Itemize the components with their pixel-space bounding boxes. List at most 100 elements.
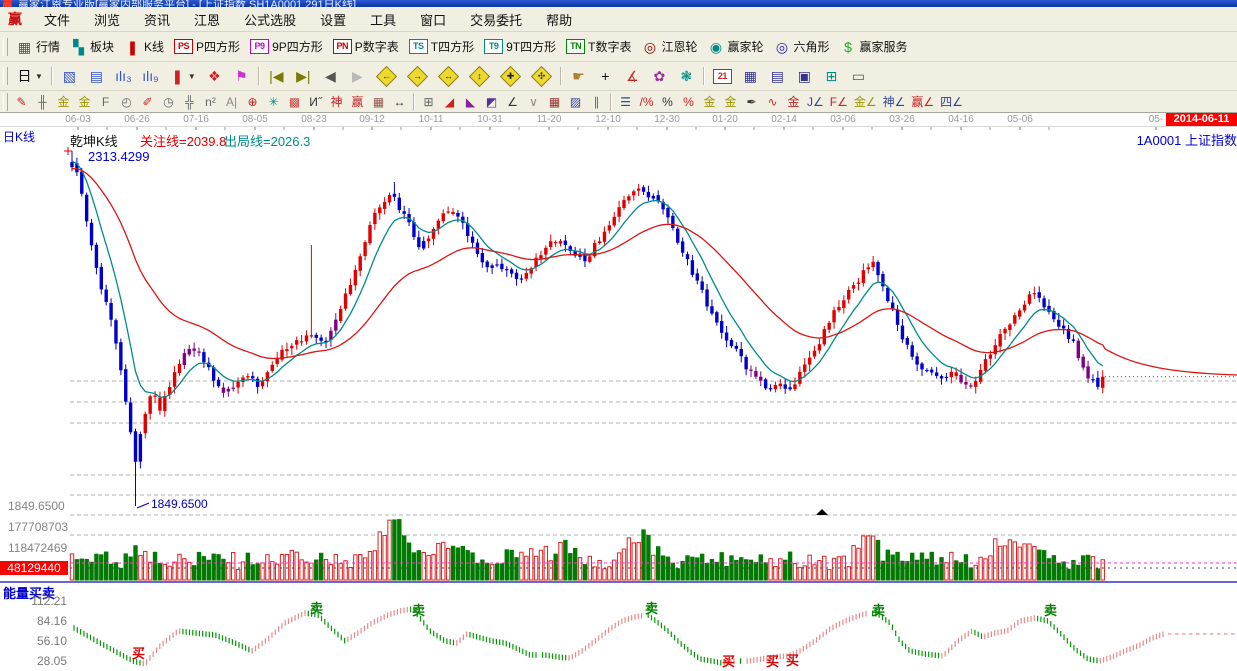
target-tool-button[interactable]: ⊕ <box>243 93 262 111</box>
ying-tool-button[interactable]: 赢 <box>348 93 367 111</box>
menu-item-3[interactable]: 江恩 <box>182 13 232 28</box>
menu-item-4[interactable]: 公式选股 <box>232 13 308 28</box>
parallel-lines-button[interactable]: ∥ <box>587 93 606 111</box>
square-grid-2-button[interactable]: ▨ <box>566 93 585 111</box>
sectors-button[interactable]: ▚ 板块 <box>66 36 118 58</box>
kline-button[interactable]: ❚ K线 <box>120 36 168 58</box>
spider-web-button[interactable]: ✳ <box>264 93 283 111</box>
combine-9-button[interactable]: ılı₉ <box>138 65 163 87</box>
cycle-lines-2-button[interactable]: ╬ <box>180 93 199 111</box>
clock-cycle-button[interactable]: ◷ <box>159 93 178 111</box>
print-button[interactable]: ▭ <box>846 65 871 87</box>
gann-center-button[interactable]: ✚ <box>496 65 525 87</box>
hand-tool-button[interactable]: ☛ <box>566 65 591 87</box>
period-day-dropdown-button[interactable]: 日 ▼ <box>12 65 47 87</box>
t-square-button[interactable]: TS T四方形 <box>405 36 478 58</box>
t-number-table-button[interactable]: TN T数字表 <box>562 36 635 58</box>
menu-item-9[interactable]: 帮助 <box>534 13 584 28</box>
golden-cycle-1-button[interactable]: 金 <box>54 93 73 111</box>
price-grid-button[interactable]: ▦ <box>369 93 388 111</box>
winner-service-button[interactable]: $ 赢家服务 <box>836 36 912 58</box>
menu-item-5[interactable]: 设置 <box>308 13 358 28</box>
volume-flag-button[interactable]: ⚑ <box>229 65 254 87</box>
gann-left-button[interactable]: ← <box>372 65 401 87</box>
prev-bar-button[interactable]: ◀ <box>318 65 343 87</box>
gann-fan-purple-button[interactable]: ◣ <box>461 93 480 111</box>
next-bar-button[interactable]: ▶ <box>345 65 370 87</box>
golden-cycle-2-button[interactable]: 金 <box>75 93 94 111</box>
ying-angle-button[interactable]: 赢∠ <box>909 93 936 111</box>
j-angle-button[interactable]: J∠ <box>805 93 826 111</box>
gann-expand-h-button[interactable]: ↔ <box>434 65 463 87</box>
a-wave-tool-button[interactable]: A| <box>222 93 241 111</box>
gann-right-button[interactable]: → <box>403 65 432 87</box>
gold-angle-button[interactable]: 金∠ <box>852 93 879 111</box>
fibonacci-lines-button[interactable]: F <box>96 93 115 111</box>
span-measure-button[interactable]: ↔ <box>390 93 409 111</box>
menu-item-8[interactable]: 交易委托 <box>458 13 534 28</box>
chart-area[interactable]: 日K线 乾坤K线 关注线=2039.8 出局线=2026.3 2313.4299… <box>0 126 1237 671</box>
spiral-tool-icon: ◴ <box>121 94 132 109</box>
shen-angle-button[interactable]: 神∠ <box>881 93 908 111</box>
square-grid-1-button[interactable]: ▦ <box>545 93 564 111</box>
volume-bar <box>406 542 412 581</box>
shen-tool-button[interactable]: 神 <box>327 93 346 111</box>
qiankun-kline-button[interactable]: ❖ <box>202 65 227 87</box>
export-button[interactable]: ⊞ <box>819 65 844 87</box>
menu-item-7[interactable]: 窗口 <box>408 13 458 28</box>
gann-wheel-button[interactable]: ◎ 江恩轮 <box>637 36 701 58</box>
f-angle-button[interactable]: F∠ <box>828 93 850 111</box>
percent-button[interactable]: % <box>658 93 677 111</box>
price-scale-button[interactable]: ☰ <box>616 93 635 111</box>
spiral-tool-button[interactable]: ◴ <box>117 93 136 111</box>
first-page-button[interactable]: |◀ <box>264 65 289 87</box>
menu-item-0[interactable]: 文件 <box>32 13 82 28</box>
web-tool-button[interactable]: ❃ <box>674 65 699 87</box>
notes-button[interactable]: ▤ <box>765 65 790 87</box>
brush-tool-button[interactable]: ✎ <box>12 93 31 111</box>
gann-all-button[interactable]: ✣ <box>527 65 556 87</box>
percent-line-button[interactable]: % <box>679 93 698 111</box>
hexagon-button[interactable]: ◎ 六角形 <box>770 36 834 58</box>
calendar-button[interactable]: 21 <box>709 65 736 87</box>
winner-wheel-button[interactable]: ◉ 赢家轮 <box>703 36 767 58</box>
p-number-table-button[interactable]: PN P数字表 <box>329 36 403 58</box>
box-frame-button[interactable]: ⊞ <box>419 93 438 111</box>
gold-circle-button[interactable]: 金 <box>700 93 719 111</box>
gann-expand-v-button[interactable]: ↕ <box>465 65 494 87</box>
gold-line-button[interactable]: 金 <box>721 93 740 111</box>
info-panel-button[interactable]: ▤ <box>84 65 109 87</box>
9t-square-button[interactable]: T9 9T四方形 <box>480 36 560 58</box>
n-wave-mark-button[interactable]: И˝ <box>306 93 325 111</box>
time-cycle-lines-button[interactable]: ╫ <box>33 93 52 111</box>
flower-tool-button[interactable]: ✿ <box>647 65 672 87</box>
angle-line-button[interactable]: ∠ <box>503 93 522 111</box>
grid-net-button[interactable]: ▩ <box>285 93 304 111</box>
gann-box-button[interactable]: ◩ <box>482 93 501 111</box>
menu-item-2[interactable]: 资讯 <box>132 13 182 28</box>
chart-canvas[interactable] <box>0 127 1237 671</box>
gann-fan-red-button[interactable]: ◢ <box>440 93 459 111</box>
bar-marker-button[interactable]: ✒ <box>742 93 761 111</box>
v-wave-button[interactable]: ∨ <box>524 93 543 111</box>
menu-item-6[interactable]: 工具 <box>358 13 408 28</box>
angle-tool-button[interactable]: ∡ <box>620 65 645 87</box>
percent-slash-button[interactable]: /% <box>637 93 656 111</box>
n-square-button[interactable]: n² <box>201 93 220 111</box>
save-button[interactable]: ▣ <box>792 65 817 87</box>
p-square-button[interactable]: PS P四方形 <box>170 36 244 58</box>
last-page-button[interactable]: ▶| <box>291 65 316 87</box>
candle-style-dropdown-button[interactable]: ❚ ▼ <box>165 65 200 87</box>
9p-square-button[interactable]: P9 9P四方形 <box>246 36 327 58</box>
market-quotes-button[interactable]: ▦ 行情 <box>12 36 64 58</box>
crosshair-tool-button[interactable]: + <box>593 65 618 87</box>
calculator-button[interactable]: ▦ <box>738 65 763 87</box>
marker-pen-button[interactable]: ✐ <box>138 93 157 111</box>
si-angle-button[interactable]: 四∠ <box>938 93 965 111</box>
menu-item-1[interactable]: 浏览 <box>82 13 132 28</box>
gold-red-line-button[interactable]: 金 <box>784 93 803 111</box>
combine-3-button[interactable]: ılı₃ <box>111 65 136 87</box>
region-chart-button[interactable]: ▧ <box>57 65 82 87</box>
date-tick-label: 10-11 <box>418 114 444 125</box>
wave-channel-button[interactable]: ∿ <box>763 93 782 111</box>
